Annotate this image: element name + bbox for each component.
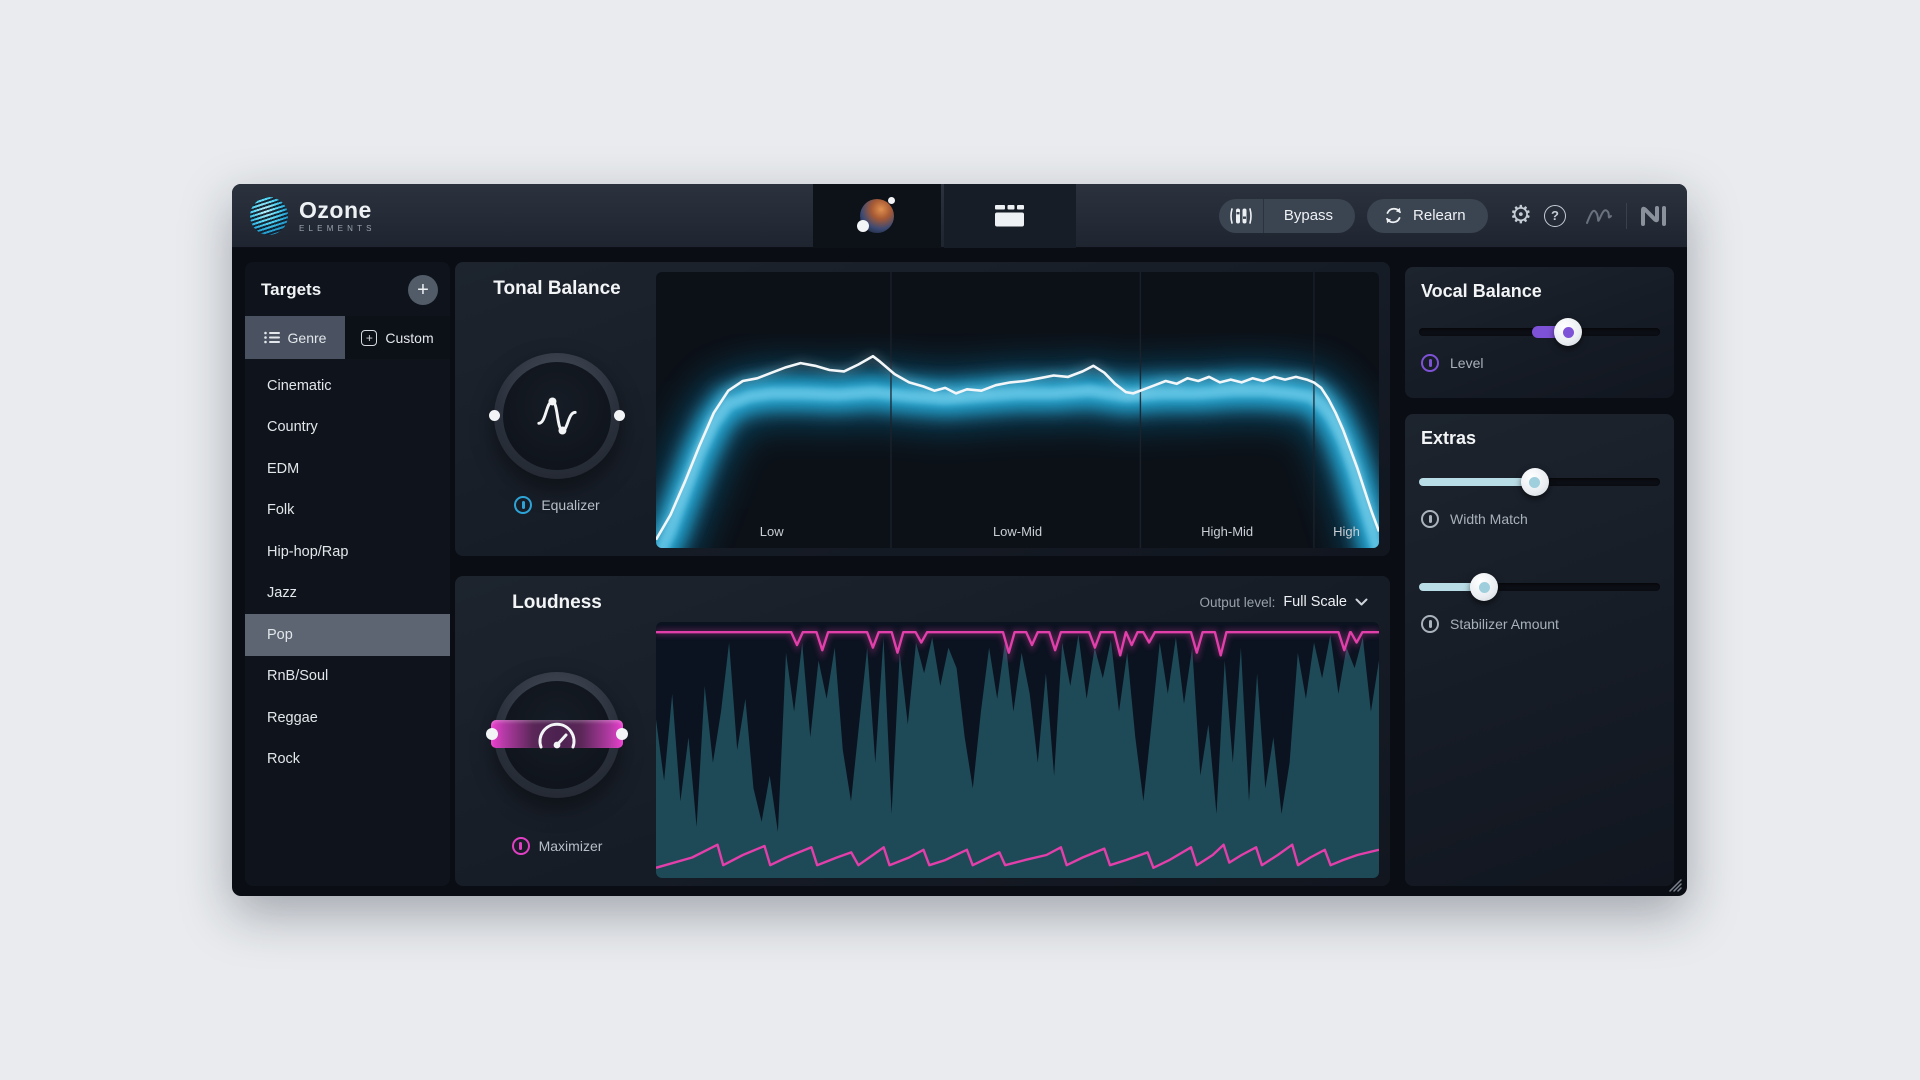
genre-item[interactable]: Pop [245,614,450,656]
tab-custom[interactable]: + Custom [345,316,450,359]
tab-assistant-view[interactable] [813,184,941,248]
genre-item[interactable]: Hip-hop/Rap [245,531,450,573]
bypass-button[interactable]: Bypass [1218,198,1356,233]
settings-gear-icon[interactable]: ⚙ [1510,203,1532,228]
output-level-dropdown[interactable]: Output level: Full Scale [1200,594,1368,610]
custom-tab-label: Custom [385,329,434,346]
stabilizer-power-icon[interactable] [1421,615,1439,633]
relearn-label: Relearn [1413,207,1466,224]
add-target-button[interactable]: + [408,275,438,305]
genre-tab-label: Genre [287,329,327,346]
sphere-icon [857,197,895,233]
genre-item[interactable]: EDM [245,448,450,490]
zone-label: Low [759,524,784,539]
output-level-label: Output level: [1199,594,1276,610]
targets-panel: Targets + Genre + Custom Cinematic Countr… [245,262,450,886]
stabilizer-amount-slider[interactable] [1419,572,1660,602]
tab-genre[interactable]: Genre [245,316,345,359]
maximizer-label: Maximizer [538,838,603,854]
tonal-balance-title: Tonal Balance [493,278,621,299]
relearn-button[interactable]: Relearn [1367,198,1488,233]
meter-icon [1219,206,1263,226]
genre-item[interactable]: Reggae [245,697,450,739]
ozone-plugin-window: Ozone ELEMENTS Bypass Relearn ⚙ ? Target… [232,184,1687,896]
loudness-panel: Loudness Maximizer Output level: Full Sc… [455,576,1390,886]
zone-label: High [1333,524,1360,539]
view-tabs [813,184,1076,248]
header-divider [1626,202,1627,229]
genre-item[interactable]: Cinematic [245,365,450,407]
maximizer-knob[interactable] [486,672,628,798]
ozone-logo-icon [250,196,288,235]
genre-item[interactable]: Jazz [245,573,450,615]
output-level-value: Full Scale [1283,594,1347,610]
vocal-level-power-icon[interactable] [1421,354,1439,372]
signal-scribble-icon[interactable] [1584,204,1614,228]
width-match-label: Width Match [1450,511,1528,527]
equalizer-power-icon[interactable] [514,496,533,514]
app-title: Ozone [299,196,372,223]
genre-item[interactable]: Rock [245,739,450,781]
genre-list: Cinematic Country EDM Folk Hip-hop/Rap Jazz Po… [245,365,450,886]
width-match-slider[interactable] [1419,467,1660,497]
targets-title: Targets [261,280,322,299]
ni-logo [1641,205,1666,226]
maximizer-power-icon[interactable] [511,837,530,855]
header-controls: Bypass Relearn ⚙ ? [1218,198,1687,233]
extras-title: Extras [1421,428,1477,448]
genre-item[interactable]: Folk [245,490,450,532]
tonal-balance-display: Low Low-Mid High-Mid High [656,272,1379,548]
gauge-icon [538,722,576,749]
loudness-title: Loudness [512,592,602,613]
zone-label: Low-Mid [992,524,1043,539]
app-subtitle: ELEMENTS [299,223,376,233]
equalizer-knob[interactable] [489,353,625,479]
stabilizer-label: Stabilizer Amount [1450,616,1559,632]
zone-label: High-Mid [1201,524,1254,539]
header-bar: Ozone ELEMENTS Bypass Relearn ⚙ ? [232,184,1687,248]
genre-item[interactable]: RnB/Soul [245,656,450,698]
resize-grip[interactable] [1666,876,1682,892]
tab-detailed-view[interactable] [944,184,1076,248]
target-type-tabs: Genre + Custom [245,316,450,359]
bypass-label: Bypass [1283,207,1334,224]
vocal-balance-title: Vocal Balance [1421,281,1542,301]
ozone-logo: Ozone ELEMENTS [232,196,376,235]
width-match-power-icon[interactable] [1421,510,1439,528]
vocal-level-label: Level [1450,355,1484,371]
add-custom-icon: + [361,329,378,346]
vocal-balance-panel: Vocal Balance Level [1405,267,1674,398]
modules-icon [995,205,1024,227]
equalizer-label: Equalizer [541,497,600,513]
chevron-down-icon [1355,598,1368,606]
list-icon [263,331,280,344]
extras-panel: Extras Width Match Stabilizer Amount [1405,414,1674,886]
vocal-level-slider[interactable] [1419,317,1660,347]
genre-item[interactable]: Country [245,407,450,449]
relearn-icon [1386,207,1401,224]
help-icon[interactable]: ? [1544,204,1566,227]
loudness-display [656,622,1379,878]
tonal-balance-panel: Tonal Balance Equalizer Low Low-Mid High… [455,262,1390,556]
eq-curve-icon [537,397,577,435]
